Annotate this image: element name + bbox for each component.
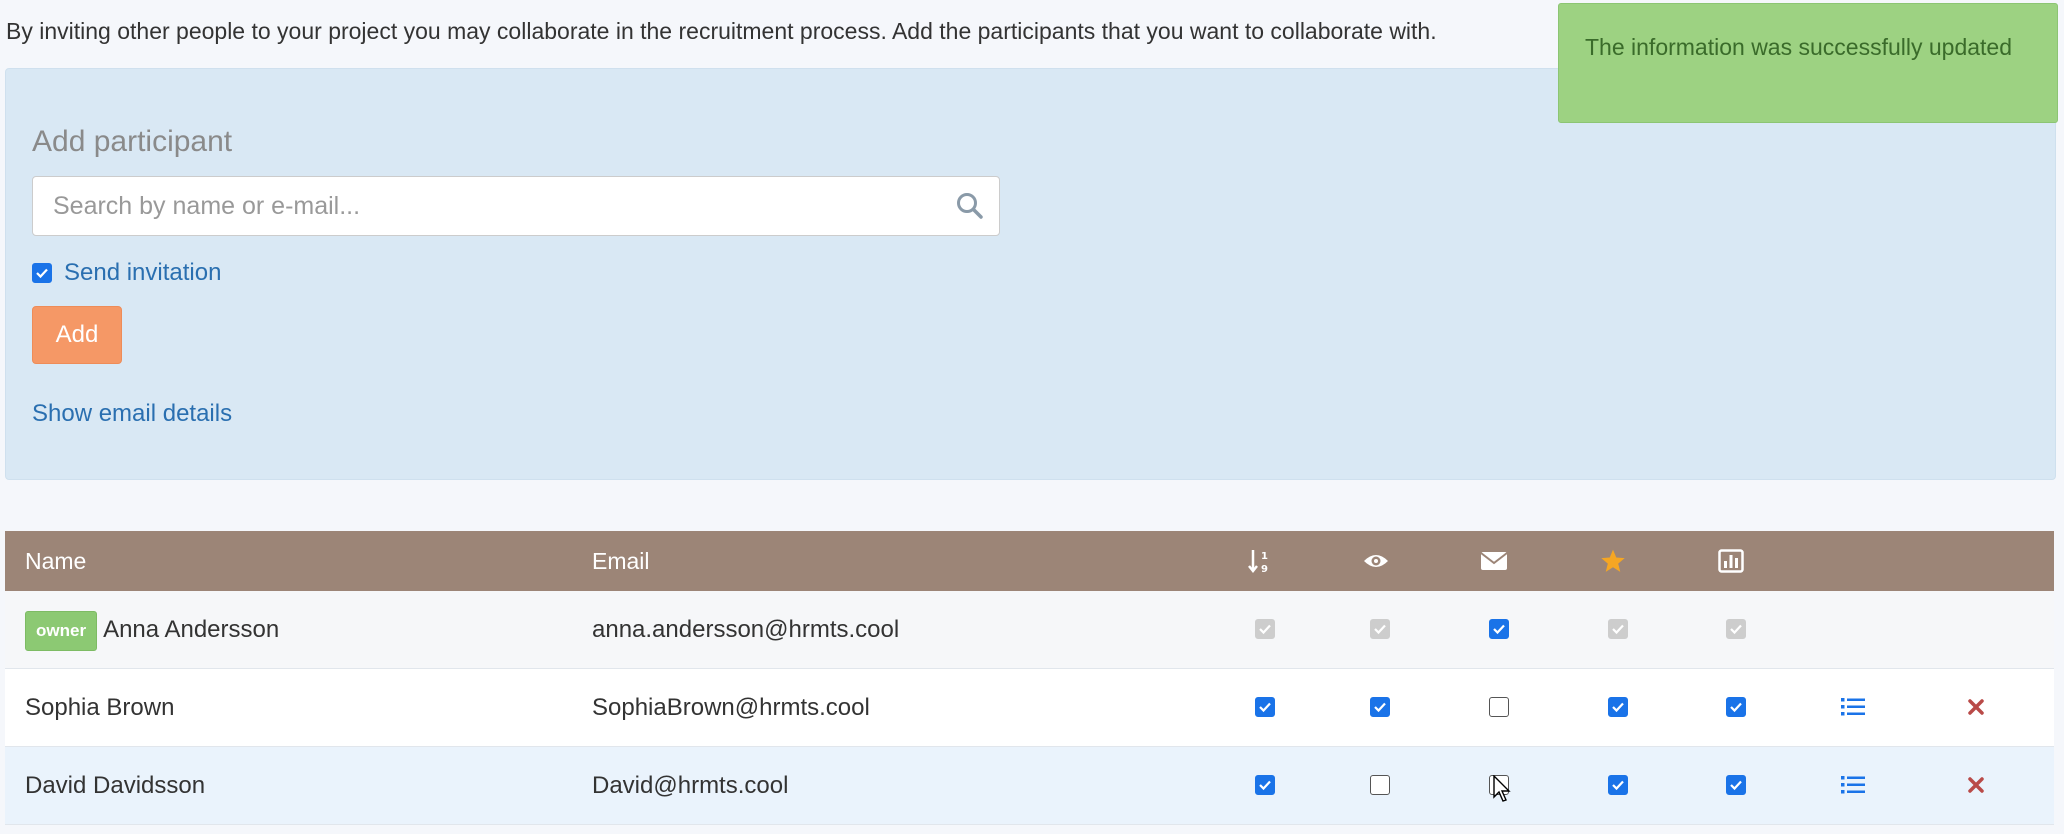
check-icon [1612, 780, 1624, 791]
svg-text:9: 9 [1261, 564, 1268, 575]
check-icon [1730, 624, 1742, 635]
permission-checkbox-envelope[interactable] [1489, 619, 1509, 639]
permission-checkbox-bar-chart[interactable] [1726, 775, 1746, 795]
search-input[interactable] [33, 177, 933, 235]
permission-checkbox-eye[interactable] [1370, 775, 1390, 795]
participant-name-cell: owner Anna Andersson [25, 591, 279, 668]
intro-text: By inviting other people to your project… [6, 18, 1437, 44]
list-icon[interactable] [1840, 773, 1866, 797]
column-name[interactable]: Name [25, 531, 86, 591]
permission-checkbox-star[interactable] [1608, 697, 1628, 717]
send-invitation-checkbox[interactable] [32, 263, 52, 283]
participant-name-cell: Sophia Brown [25, 669, 174, 746]
send-invitation-row: Send invitation [32, 259, 221, 287]
list-icon[interactable] [1840, 695, 1866, 719]
permission-checkbox-star [1608, 619, 1628, 639]
permission-checkbox-star[interactable] [1608, 775, 1628, 795]
add-participant-panel: Add participant Send invitation Add Show… [5, 68, 2056, 480]
show-email-details-link[interactable]: Show email details [32, 400, 232, 428]
permission-checkbox-sort-numeric [1255, 619, 1275, 639]
check-icon [1374, 702, 1386, 713]
permission-checkbox-eye[interactable] [1370, 697, 1390, 717]
table-body: owner Anna Andersson anna.andersson@hrmts.… [5, 591, 2054, 825]
send-invitation-label[interactable]: Send invitation [64, 259, 221, 287]
participant-name: Sophia Brown [25, 694, 175, 721]
sort-numeric-icon: 1 9 [1245, 546, 1275, 576]
check-icon [1259, 624, 1271, 635]
table-row: Sophia Brown SophiaBrown@hrmts.cool [5, 669, 2054, 747]
search-box [32, 176, 1000, 236]
table-row: David Davidsson David@hrmts.cool [5, 747, 2054, 825]
check-icon [1730, 702, 1742, 713]
participant-name: Anna Andersson [103, 616, 280, 643]
check-icon [1612, 624, 1624, 635]
check-icon [1259, 780, 1271, 791]
add-button[interactable]: Add [32, 306, 122, 364]
check-icon [1612, 702, 1624, 713]
owner-badge: owner [25, 610, 98, 651]
column-email[interactable]: Email [592, 531, 650, 591]
bar-chart-icon [1716, 546, 1746, 576]
participant-name-cell: David Davidsson [25, 747, 205, 824]
permission-checkbox-eye [1370, 619, 1390, 639]
permission-checkbox-sort-numeric[interactable] [1255, 697, 1275, 717]
permission-checkbox-bar-chart [1726, 619, 1746, 639]
participant-email: SophiaBrown@hrmts.cool [592, 694, 870, 721]
success-toast: The information was successfully updated [1558, 3, 2058, 123]
check-icon [1374, 624, 1386, 635]
svg-text:1: 1 [1261, 551, 1268, 562]
remove-icon[interactable] [1965, 696, 1987, 718]
participant-email: David@hrmts.cool [592, 772, 789, 799]
permission-checkbox-sort-numeric[interactable] [1255, 775, 1275, 795]
add-participant-title: Add participant [32, 125, 233, 158]
search-icon[interactable] [955, 191, 985, 221]
check-icon [36, 268, 48, 279]
participants-page: By inviting other people to your project… [0, 0, 2064, 834]
mouse-cursor-icon [1493, 775, 1511, 802]
check-icon [1493, 624, 1505, 635]
participants-table: Name Email 1 9 owner Anna Andersson anna… [5, 531, 2054, 825]
eye-icon [1361, 546, 1391, 576]
permission-checkbox-bar-chart[interactable] [1726, 697, 1746, 717]
check-icon [1730, 780, 1742, 791]
envelope-icon [1479, 546, 1509, 576]
table-header: Name Email 1 9 [5, 531, 2054, 591]
participant-name: David Davidsson [25, 772, 206, 799]
table-row: owner Anna Andersson anna.andersson@hrmts.… [5, 591, 2054, 669]
permission-checkbox-envelope[interactable] [1489, 697, 1509, 717]
participant-email: anna.andersson@hrmts.cool [592, 616, 900, 643]
remove-icon[interactable] [1965, 774, 1987, 796]
star-icon [1598, 546, 1628, 576]
check-icon [1259, 702, 1271, 713]
